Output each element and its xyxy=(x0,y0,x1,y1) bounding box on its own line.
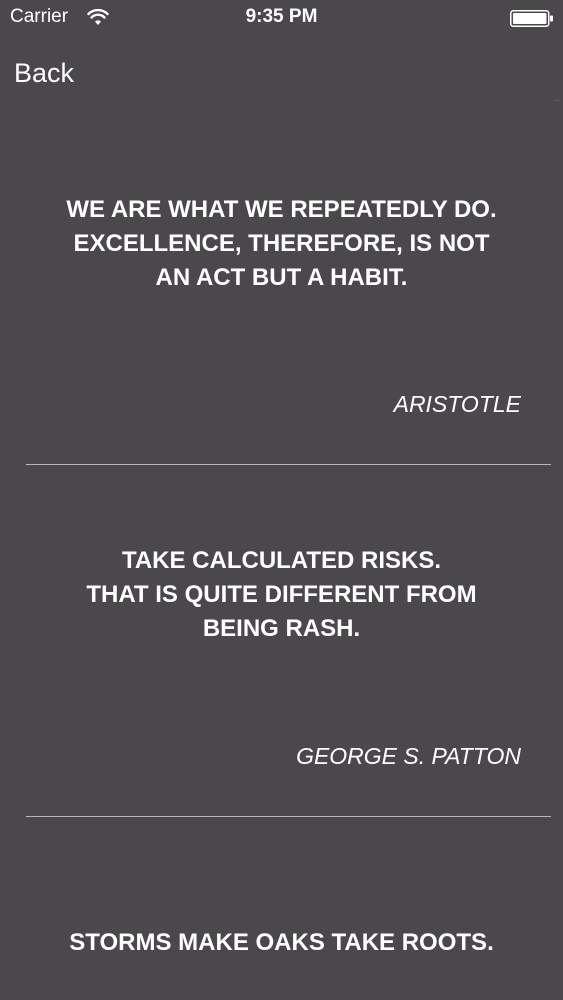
quote-text: TAKE CALCULATED RISKS. THAT IS QUITE DIF… xyxy=(86,547,477,642)
quote-text: STORMS MAKE OAKS TAKE ROOTS. xyxy=(69,929,494,956)
quote-author: ARISTOTLE xyxy=(393,391,521,417)
quote-text: WE ARE WHAT WE REPEATEDLY DO. EXCELLENCE… xyxy=(66,196,497,291)
quote-author: GEORGE S. PATTON xyxy=(296,743,521,769)
quote-divider xyxy=(26,816,551,817)
quote-list[interactable]: WE ARE WHAT WE REPEATEDLY DO. EXCELLENCE… xyxy=(0,0,563,1000)
quote-divider xyxy=(26,464,551,465)
